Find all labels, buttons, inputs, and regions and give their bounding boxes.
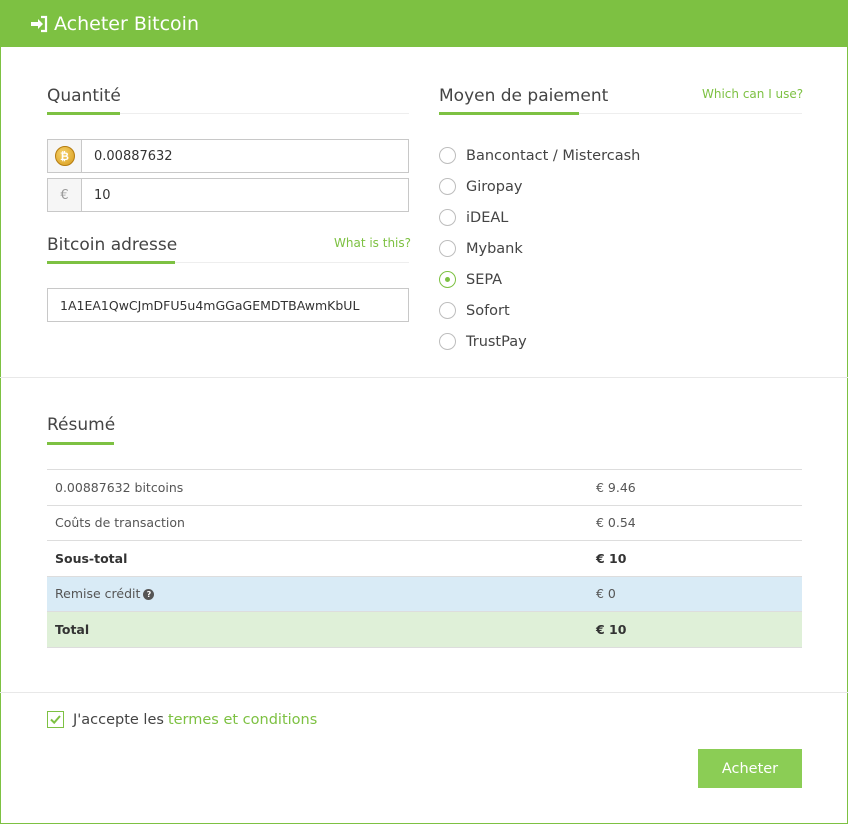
address-title-accent <box>47 261 175 264</box>
payment-option-label: Giropay <box>466 178 523 195</box>
payment-option-mybank[interactable]: Mybank <box>439 233 640 264</box>
panel-header: Acheter Bitcoin <box>0 0 848 47</box>
summary-value: € 10 <box>596 540 802 576</box>
which-can-i-use-link[interactable]: Which can I use? <box>702 87 803 101</box>
btc-amount-group: ₿ <box>47 139 409 173</box>
summary-value: € 0 <box>596 575 802 612</box>
what-is-this-link[interactable]: What is this? <box>334 236 411 250</box>
terms-text: J'accepte les <box>73 711 164 728</box>
terms-link[interactable]: termes et conditions <box>168 712 317 728</box>
summary-table: 0.00887632 bitcoins € 9.46 Coûts de tran… <box>47 469 802 648</box>
btc-amount-input[interactable] <box>82 140 408 172</box>
address-section-title: Bitcoin adresse <box>47 235 178 255</box>
table-row: 0.00887632 bitcoins € 9.46 <box>47 469 802 505</box>
radio-button[interactable] <box>439 178 456 195</box>
quantity-section-title: Quantité <box>47 86 121 106</box>
payment-section-title: Moyen de paiement <box>439 86 609 106</box>
credit-label-cell: Remise crédit? <box>47 575 596 612</box>
payment-title-accent <box>439 112 579 115</box>
subtotal-row: Sous-total € 10 <box>47 540 802 576</box>
summary-label: Total <box>47 611 596 648</box>
total-row: Total € 10 <box>47 611 802 648</box>
payment-option-bancontact[interactable]: Bancontact / Mistercash <box>439 140 640 171</box>
payment-option-sepa[interactable]: SEPA <box>439 264 640 295</box>
bitcoin-icon: ₿ <box>54 146 75 166</box>
summary-section-title: Résumé <box>47 415 116 435</box>
section-divider <box>0 692 848 693</box>
terms-row: J'accepte les termes et conditions <box>47 711 317 728</box>
checkmark-icon <box>50 715 61 725</box>
radio-button[interactable] <box>439 271 456 288</box>
summary-label: Remise crédit <box>55 586 141 602</box>
radio-button[interactable] <box>439 302 456 319</box>
summary-label: 0.00887632 bitcoins <box>47 469 596 505</box>
question-circle-icon[interactable]: ? <box>143 589 155 601</box>
btc-addon: ₿ <box>48 140 82 172</box>
summary-value: € 9.46 <box>596 469 802 505</box>
table-row: Coûts de transaction € 0.54 <box>47 504 802 541</box>
buy-bitcoin-panel <box>0 0 848 824</box>
bitcoin-address-input[interactable] <box>47 288 409 322</box>
summary-title-accent <box>47 442 114 445</box>
payment-option-label: iDEAL <box>466 209 509 226</box>
radio-button[interactable] <box>439 209 456 226</box>
radio-button[interactable] <box>439 333 456 350</box>
payment-option-label: TrustPay <box>466 333 527 350</box>
credit-row: Remise crédit? € 0 <box>47 575 802 612</box>
summary-label: Coûts de transaction <box>47 504 596 541</box>
payment-method-list: Bancontact / Mistercash Giropay iDEAL My… <box>439 140 640 357</box>
section-divider <box>0 377 848 378</box>
buy-button[interactable]: Acheter <box>698 749 802 788</box>
payment-option-giropay[interactable]: Giropay <box>439 171 640 202</box>
payment-option-label: Sofort <box>466 302 510 319</box>
sign-in-icon <box>31 15 48 32</box>
payment-option-trustpay[interactable]: TrustPay <box>439 326 640 357</box>
summary-value: € 10 <box>596 611 802 648</box>
radio-button[interactable] <box>439 240 456 257</box>
panel-title: Acheter Bitcoin <box>54 12 199 35</box>
eur-amount-group: € <box>47 178 409 212</box>
payment-option-sofort[interactable]: Sofort <box>439 295 640 326</box>
payment-option-label: Bancontact / Mistercash <box>466 147 641 164</box>
quantity-title-accent <box>47 112 120 115</box>
euro-addon: € <box>48 179 82 211</box>
payment-option-ideal[interactable]: iDEAL <box>439 202 640 233</box>
eur-amount-input[interactable] <box>82 179 408 211</box>
radio-button[interactable] <box>439 147 456 164</box>
payment-option-label: Mybank <box>466 240 523 257</box>
payment-option-label: SEPA <box>466 271 503 288</box>
terms-checkbox[interactable] <box>47 711 64 728</box>
euro-icon: € <box>60 187 69 203</box>
summary-label: Sous-total <box>47 540 596 576</box>
summary-value: € 0.54 <box>596 504 802 541</box>
